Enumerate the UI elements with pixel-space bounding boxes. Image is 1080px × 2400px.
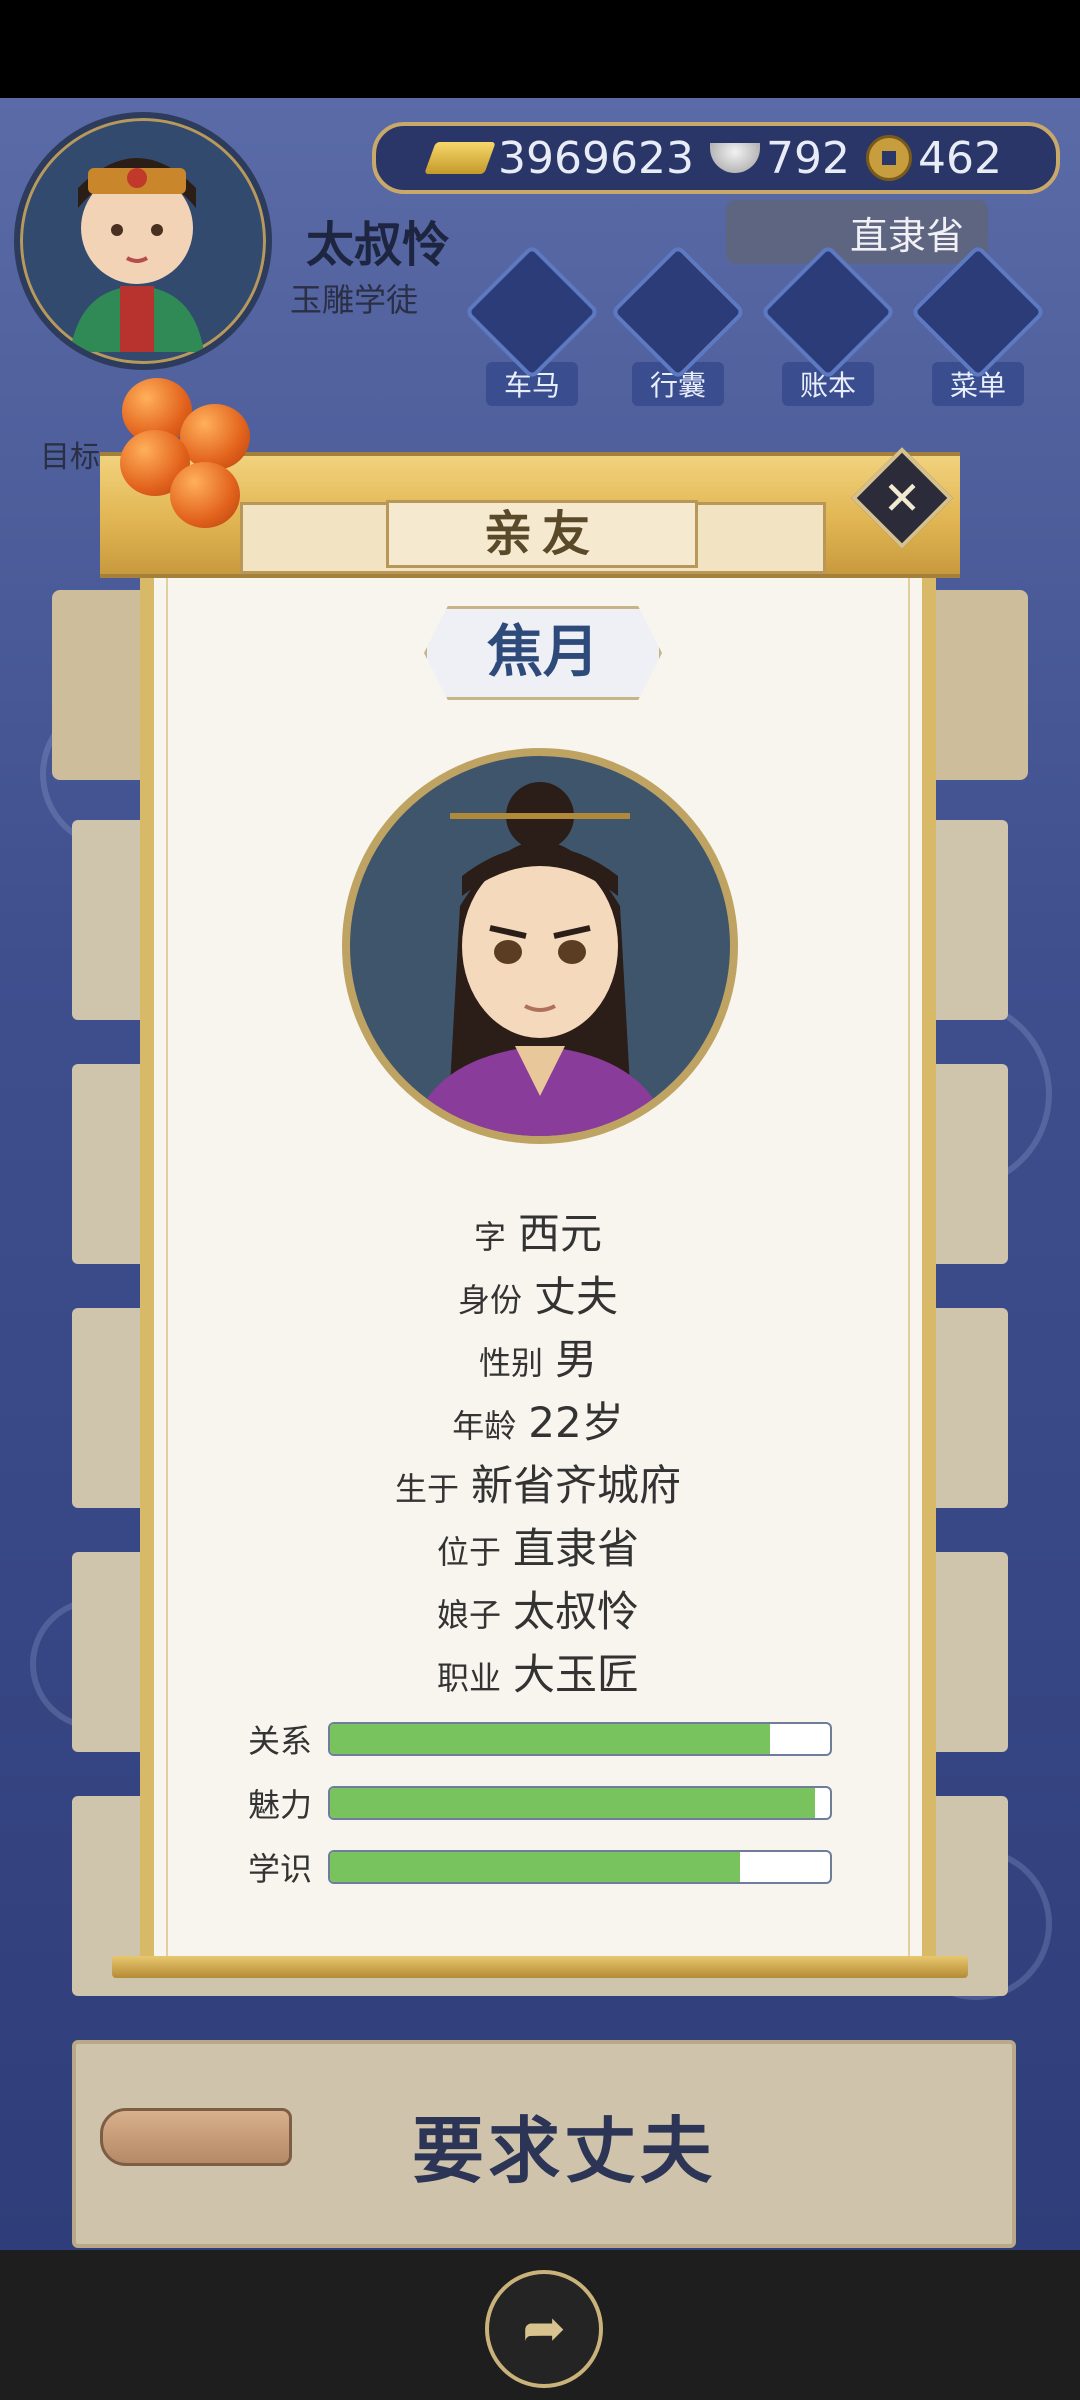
stat-charm-bar: [328, 1786, 832, 1820]
close-icon: ✕: [882, 471, 922, 525]
stat-relationship: 关系: [248, 1716, 832, 1762]
carriage-icon: [464, 244, 600, 380]
player-name: 太叔怜: [306, 217, 451, 273]
modal-bottom-rod: [112, 1956, 968, 1978]
info-row-location: 位于 直隶省: [436, 1524, 640, 1573]
stat-knowledge-bar: [328, 1850, 832, 1884]
player-title: 玉雕学徒: [290, 281, 419, 319]
location-badge[interactable]: 直隶省: [726, 200, 988, 264]
demand-husband-label: 要求丈夫: [411, 2108, 716, 2193]
menu-dots-icon: [910, 244, 1046, 380]
location-label: 直隶省: [849, 213, 964, 258]
modal-title: 亲友: [386, 500, 698, 568]
info-row-wife: 娘子 太叔怜: [436, 1587, 640, 1636]
menu-bag-button[interactable]: 行囊: [610, 244, 746, 406]
pointing-hand-icon: [100, 2108, 292, 2166]
gold-amount: 3969623: [498, 132, 694, 184]
tanghulu-decoration-icon: [110, 370, 280, 550]
currency-bar: 3969623 792 462: [372, 122, 1060, 194]
stat-charm: 魅力: [248, 1780, 832, 1826]
bag-icon: [610, 244, 746, 380]
info-row-birthplace: 生于 新省齐城府: [394, 1461, 682, 1510]
share-button[interactable]: ➦: [485, 2270, 603, 2388]
player-avatar[interactable]: [14, 112, 272, 370]
person-portrait: [342, 748, 738, 1144]
menu-ledger-button[interactable]: 账本: [760, 244, 896, 406]
info-row-age: 年龄 22岁: [452, 1398, 624, 1447]
info-row-identity: 身份 丈夫: [457, 1272, 619, 1321]
stat-relationship-bar: [328, 1722, 832, 1756]
gold-ingot-icon: [424, 142, 496, 174]
target-label[interactable]: 目标: [40, 432, 100, 476]
stat-knowledge: 学识: [248, 1844, 832, 1890]
menu-main-button[interactable]: 菜单: [910, 244, 1046, 406]
silver-ingot-icon: [709, 143, 760, 173]
person-name: 焦月: [424, 606, 662, 700]
menu-carriage-button[interactable]: 车马: [464, 244, 600, 406]
info-row-courtesy-name: 字西元: [473, 1209, 603, 1258]
share-icon: ➦: [522, 2299, 566, 2359]
coin-amount: 462: [917, 132, 1002, 184]
ledger-icon: [760, 244, 896, 380]
info-row-occupation: 职业 大玉匠: [436, 1650, 640, 1699]
info-row-gender: 性别男: [478, 1335, 598, 1384]
silver-amount: 792: [765, 132, 850, 184]
copper-coin-icon: [865, 135, 912, 181]
status-bar: [0, 0, 1080, 98]
